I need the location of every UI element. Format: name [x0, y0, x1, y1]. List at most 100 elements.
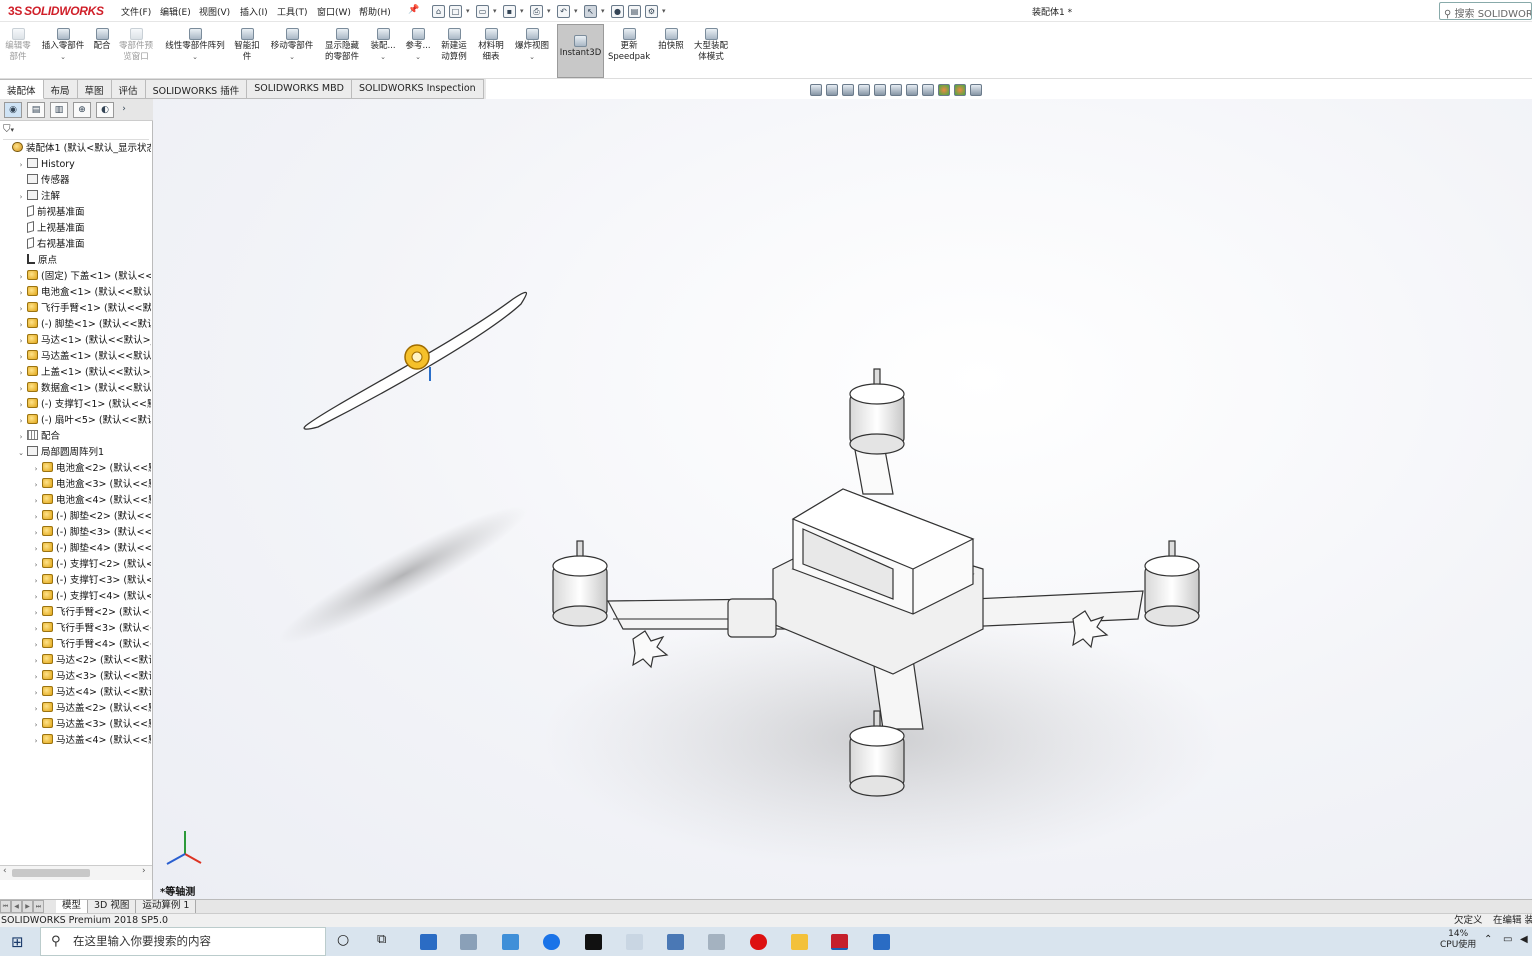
new-dropdown-icon[interactable]: ▾ — [466, 7, 472, 15]
chevron-down-icon[interactable]: ⌄ — [512, 52, 552, 63]
expand-arrow-icon[interactable]: ⌄ — [17, 445, 25, 461]
take-snapshot-button[interactable]: 拍快照 — [655, 28, 687, 52]
feature-tree-tab-icon[interactable]: ◉ — [4, 102, 22, 118]
expand-arrow-icon[interactable]: › — [32, 637, 40, 653]
expand-arrow-icon[interactable]: › — [32, 541, 40, 557]
instant3d-button[interactable]: Instant3D — [557, 24, 604, 78]
property-manager-tab-icon[interactable]: ▤ — [27, 102, 45, 118]
large-assembly-mode-button[interactable]: 大型装配 体模式 — [690, 28, 732, 63]
section-view-icon[interactable] — [858, 84, 870, 96]
menu-edit[interactable]: 编辑(E) — [160, 5, 191, 18]
expand-arrow-icon[interactable]: › — [32, 589, 40, 605]
options-dropdown-icon[interactable]: ▾ — [662, 7, 668, 15]
chevron-down-icon[interactable]: ⌄ — [266, 52, 318, 63]
expand-arrow-icon[interactable]: › — [17, 413, 25, 429]
scroll-thumb[interactable] — [12, 869, 90, 877]
exploded-view-button[interactable]: 爆炸视图 ⌄ — [512, 28, 552, 63]
tree-item[interactable]: › 数据盒<1> (默认<<默认> — [0, 381, 151, 397]
dimxpert-tab-icon[interactable]: ⊕ — [73, 102, 91, 118]
tab-addins[interactable]: SOLIDWORKS 插件 — [145, 79, 248, 99]
expand-arrow-icon[interactable]: › — [17, 333, 25, 349]
expand-arrow-icon[interactable]: › — [32, 557, 40, 573]
search-input[interactable]: ⚲ 搜索 SOLIDWORKS — [1439, 2, 1532, 20]
print-icon[interactable]: ⎙ — [530, 4, 543, 18]
tree-item[interactable]: 前视基准面 — [0, 205, 151, 221]
open-icon[interactable]: ▭ — [476, 4, 489, 18]
smart-fasteners-button[interactable]: 智能扣 件 — [231, 28, 263, 63]
tree-item[interactable]: › (-) 脚垫<2> (默认<<默 — [0, 509, 151, 525]
tree-item[interactable]: ⌄ 局部圆周阵列1 — [0, 445, 151, 461]
apply-scene-icon[interactable] — [954, 84, 966, 96]
menu-file[interactable]: 文件(F) — [121, 5, 151, 18]
chevron-down-icon[interactable]: ⌄ — [160, 52, 230, 63]
tree-filter[interactable]: ⛉▾ — [3, 124, 149, 140]
tree-item[interactable]: › 电池盒<1> (默认<<默认> — [0, 285, 151, 301]
expand-arrow-icon[interactable]: › — [32, 573, 40, 589]
tab-evaluate[interactable]: 评估 — [111, 79, 146, 99]
scroll-left-icon[interactable]: ‹ — [3, 866, 7, 876]
tree-horizontal-scrollbar[interactable]: ‹ › — [0, 865, 152, 880]
edit-appearance-icon[interactable] — [938, 84, 950, 96]
tree-item[interactable]: › 马达<3> (默认<<默认 — [0, 669, 151, 685]
expand-arrow-icon[interactable]: › — [32, 493, 40, 509]
select-icon[interactable]: ↖ — [584, 4, 597, 18]
propeller-model[interactable] — [303, 291, 528, 430]
tree-item[interactable]: › 电池盒<3> (默认<<默认 — [0, 477, 151, 493]
tab-motion-study[interactable]: 运动算例 1 — [136, 900, 197, 913]
display-manager-tab-icon[interactable]: ◐ — [96, 102, 114, 118]
update-speedpak-button[interactable]: 更新 Speedpak — [608, 28, 650, 63]
tree-item[interactable]: › 注解 — [0, 189, 151, 205]
home-icon[interactable]: ⌂ — [432, 4, 445, 18]
tree-item[interactable]: › 飞行手臂<2> (默认<< — [0, 605, 151, 621]
tab-mbd[interactable]: SOLIDWORKS MBD — [247, 79, 352, 99]
menu-window[interactable]: 窗口(W) — [317, 5, 351, 18]
tray-chevron-up-icon[interactable]: ⌃ — [1484, 934, 1492, 945]
expand-arrow-icon[interactable]: › — [32, 509, 40, 525]
tree-item[interactable]: › 配合 — [0, 429, 151, 445]
taskbar-app-icon[interactable] — [626, 934, 643, 950]
expand-arrow-icon[interactable]: › — [32, 621, 40, 637]
first-tab-nav-icon[interactable]: ⏮ — [0, 900, 11, 913]
undo-icon[interactable]: ↶ — [557, 4, 570, 18]
rebuild-icon[interactable]: ● — [611, 4, 624, 18]
prev-tab-nav-icon[interactable]: ◀ — [11, 900, 22, 913]
taskbar-app-icon[interactable] — [708, 934, 725, 950]
insert-components-button[interactable]: 插入零部件 ⌄ — [38, 28, 88, 63]
menu-tools[interactable]: 工具(T) — [277, 5, 308, 18]
tree-item[interactable]: › (-) 扇叶<5> (默认<<默认> — [0, 413, 151, 429]
expand-arrow-icon[interactable]: › — [32, 653, 40, 669]
tree-item[interactable]: › 上盖<1> (默认<<默认>_显 — [0, 365, 151, 381]
pane-scroll-right-icon[interactable]: › — [119, 102, 129, 118]
options-gear-icon[interactable]: ⚙ — [645, 4, 658, 18]
taskbar-search-box[interactable]: ⚲ 在这里输入你要搜索的内容 — [40, 927, 326, 956]
calculator-icon[interactable] — [667, 934, 684, 950]
task-view-icon[interactable]: ⧉ — [377, 932, 386, 947]
view-settings-icon[interactable] — [970, 84, 982, 96]
view-orientation-icon[interactable] — [890, 84, 902, 96]
tree-item[interactable]: 上视基准面 — [0, 221, 151, 237]
hide-show-items-icon[interactable] — [922, 84, 934, 96]
tree-item[interactable]: 传感器 — [0, 173, 151, 189]
graphics-viewport[interactable]: *等轴测 — [153, 99, 1532, 899]
tab-3d-views[interactable]: 3D 视图 — [88, 900, 137, 913]
menu-view[interactable]: 视图(V) — [199, 5, 230, 18]
tree-item[interactable]: › (固定) 下盖<1> (默认<<默 — [0, 269, 151, 285]
taskbar-app-icon[interactable] — [585, 934, 602, 950]
expand-arrow-icon[interactable]: › — [32, 605, 40, 621]
next-tab-nav-icon[interactable]: ▶ — [22, 900, 33, 913]
tree-item[interactable]: › 马达<4> (默认<<默认 — [0, 685, 151, 701]
expand-arrow-icon[interactable]: › — [32, 669, 40, 685]
zoom-to-fit-icon[interactable] — [810, 84, 822, 96]
expand-arrow-icon[interactable]: › — [17, 365, 25, 381]
pin-icon[interactable]: 📌 — [408, 5, 419, 15]
reference-geometry-button[interactable]: 参考... ⌄ — [402, 28, 434, 63]
tab-model[interactable]: 模型 — [56, 900, 89, 913]
move-component-button[interactable]: 移动零部件 ⌄ — [266, 28, 318, 63]
zoom-to-area-icon[interactable] — [826, 84, 838, 96]
chevron-down-icon[interactable]: ⌄ — [368, 52, 398, 63]
expand-arrow-icon[interactable]: › — [32, 477, 40, 493]
dynamic-annotation-icon[interactable] — [874, 84, 886, 96]
assembly-features-button[interactable]: 装配... ⌄ — [368, 28, 398, 63]
save-dropdown-icon[interactable]: ▾ — [520, 7, 526, 15]
linear-pattern-button[interactable]: 线性零部件阵列 ⌄ — [160, 28, 230, 63]
